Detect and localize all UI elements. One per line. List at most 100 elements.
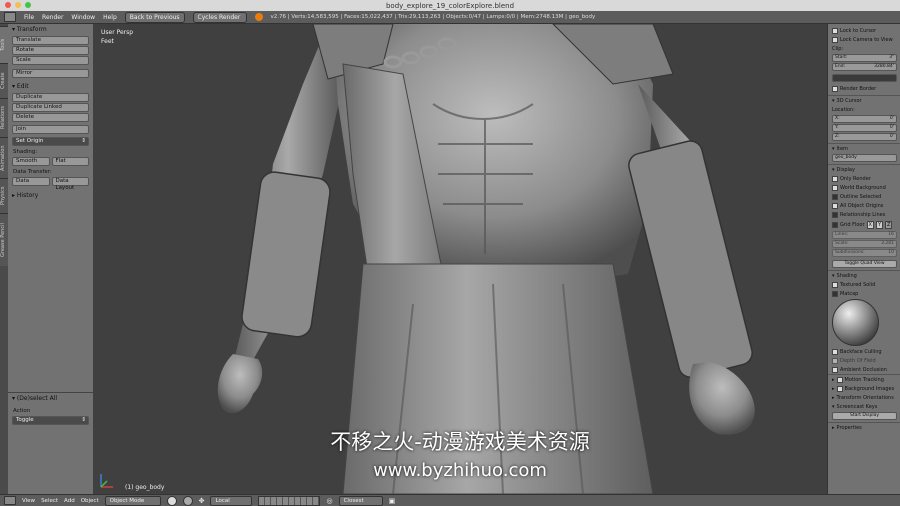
lock-cursor-checkbox[interactable] xyxy=(832,27,838,34)
grid-floor-checkbox[interactable] xyxy=(832,221,838,228)
3d-cursor-panel-header[interactable]: ▾ 3D Cursor xyxy=(828,95,900,105)
textured-solid-checkbox[interactable] xyxy=(832,281,838,288)
relationship-lines-toggle[interactable]: Relationship Lines xyxy=(828,210,900,219)
only-render-checkbox[interactable] xyxy=(832,175,838,182)
manipulator-icon[interactable]: ✥ xyxy=(199,497,205,505)
transform-panel-header[interactable]: ▾ Transform xyxy=(8,24,93,35)
grid-y-toggle[interactable]: Y xyxy=(875,220,884,229)
outline-selected-toggle[interactable]: Outline Selected xyxy=(828,192,900,201)
menu-select[interactable]: Select xyxy=(41,498,58,504)
render-engine-select[interactable]: Cycles Render xyxy=(192,11,247,23)
grid-x-toggle[interactable]: X xyxy=(866,220,874,229)
backface-culling-toggle[interactable]: Backface Culling xyxy=(828,347,900,356)
editor-type-icon[interactable] xyxy=(4,496,16,505)
zoom-window-icon[interactable] xyxy=(25,2,31,8)
all-object-origins-checkbox[interactable] xyxy=(832,202,838,209)
transform-orientation-select[interactable]: Local xyxy=(210,495,253,506)
flat-button[interactable]: Flat xyxy=(51,157,89,166)
menu-window[interactable]: Window xyxy=(71,14,95,21)
properties-panel-header[interactable]: ▸ Properties xyxy=(828,422,900,432)
menu-view[interactable]: View xyxy=(22,498,35,504)
minimize-window-icon[interactable] xyxy=(15,2,21,8)
3d-viewport[interactable]: User Persp Feet (1) geo_body 不移之火-动漫游戏美术… xyxy=(93,24,827,494)
relationship-lines-checkbox[interactable] xyxy=(832,211,838,218)
background-images-panel-header[interactable]: ▸ Background Images xyxy=(828,384,900,393)
info-editor-icon[interactable] xyxy=(4,12,16,22)
matcap-preview[interactable] xyxy=(832,299,879,346)
display-panel-header[interactable]: ▾ Display xyxy=(828,164,900,174)
local-camera-field[interactable] xyxy=(832,74,897,82)
cursor-x-field[interactable]: X: 0' xyxy=(832,115,897,123)
duplicate-button[interactable]: Duplicate xyxy=(12,93,89,102)
rotate-button[interactable]: Rotate xyxy=(12,46,89,55)
close-window-icon[interactable] xyxy=(5,2,11,8)
mirror-button[interactable]: Mirror xyxy=(12,69,89,78)
menu-help[interactable]: Help xyxy=(103,14,117,21)
translate-button[interactable]: Translate xyxy=(12,36,89,45)
tab-relations[interactable]: Relations xyxy=(0,98,8,137)
action-select[interactable]: Toggle ⇕ xyxy=(12,416,89,425)
all-object-origins-toggle[interactable]: All Object Origins xyxy=(828,201,900,210)
shading-panel-header[interactable]: ▾ Shading xyxy=(828,270,900,280)
world-background-checkbox[interactable] xyxy=(832,184,838,191)
lock-camera-toggle[interactable]: Lock Camera to View xyxy=(828,35,900,44)
tab-grease-pencil[interactable]: Grease Pencil xyxy=(0,213,8,266)
cursor-z-field[interactable]: Z: 0' xyxy=(832,133,897,141)
snap-target-select[interactable]: Closest xyxy=(338,495,383,506)
proportional-edit-icon[interactable]: ◎ xyxy=(326,497,332,505)
data-layout-button[interactable]: Data Layout xyxy=(51,177,89,191)
smooth-button[interactable]: Smooth xyxy=(12,157,50,166)
history-panel-header[interactable]: ▸ History xyxy=(8,190,93,201)
set-origin-select[interactable]: Set Origin ⇕ xyxy=(12,137,89,146)
tab-tools[interactable]: Tools xyxy=(0,26,8,63)
tab-create[interactable]: Create xyxy=(0,63,8,98)
menu-render[interactable]: Render xyxy=(42,14,63,21)
menu-add[interactable]: Add xyxy=(64,498,75,504)
motion-tracking-checkbox[interactable] xyxy=(836,376,843,383)
transform-orientations-panel-header[interactable]: ▸ Transform Orientations xyxy=(828,393,900,402)
clip-start-field[interactable]: Start: 3" xyxy=(832,54,897,62)
grid-lines-field[interactable]: Lines: 16 xyxy=(832,231,897,239)
world-background-toggle[interactable]: World Background xyxy=(828,183,900,192)
delete-button[interactable]: Delete xyxy=(12,113,89,122)
item-panel-header[interactable]: ▾ Item xyxy=(828,143,900,153)
matcap-checkbox[interactable] xyxy=(832,290,838,297)
lock-cursor-toggle[interactable]: Lock to Cursor xyxy=(828,26,900,35)
grid-scale-field[interactable]: Scale: 3.281 xyxy=(832,240,897,248)
layers-icon[interactable] xyxy=(258,495,321,506)
background-images-checkbox[interactable] xyxy=(836,385,843,392)
render-border-toggle[interactable]: Render Border xyxy=(828,84,900,93)
data-button[interactable]: Data xyxy=(12,177,50,186)
operator-panel-header[interactable]: ▾ (De)select All xyxy=(8,393,93,404)
tab-animation[interactable]: Animation xyxy=(0,137,8,178)
edit-panel-header[interactable]: ▾ Edit xyxy=(8,81,93,92)
menu-file[interactable]: File xyxy=(24,14,34,21)
render-border-checkbox[interactable] xyxy=(832,85,838,92)
render-preview-icon[interactable]: ▣ xyxy=(389,497,396,505)
cursor-y-field[interactable]: Y: 0' xyxy=(832,124,897,132)
back-to-previous-button[interactable]: Back to Previous xyxy=(124,11,185,23)
matcap-toggle[interactable]: Matcap xyxy=(828,289,900,298)
screencast-keys-panel-header[interactable]: ▾ Screencast Keys xyxy=(828,402,900,411)
menu-object[interactable]: Object xyxy=(81,498,99,504)
ambient-occlusion-toggle[interactable]: Ambient Occlusion xyxy=(828,365,900,374)
join-button[interactable]: Join xyxy=(12,125,89,134)
clip-end-field[interactable]: End: 3280.84' xyxy=(832,63,897,71)
pivot-point-icon[interactable] xyxy=(182,495,193,506)
toggle-quad-view-button[interactable]: Toggle Quad View xyxy=(832,260,897,268)
tab-physics[interactable]: Physics xyxy=(0,178,8,213)
only-render-toggle[interactable]: Only Render xyxy=(828,174,900,183)
outline-selected-checkbox[interactable] xyxy=(832,193,838,200)
mode-select[interactable]: Object Mode xyxy=(104,495,161,506)
depth-of-field-toggle[interactable]: Depth Of Field xyxy=(828,356,900,365)
grid-subdivisions-field[interactable]: Subdivisions: 10 xyxy=(832,249,897,257)
depth-of-field-checkbox[interactable] xyxy=(832,357,838,364)
lock-camera-checkbox[interactable] xyxy=(832,36,838,43)
viewport-shading-icon[interactable] xyxy=(166,495,177,506)
backface-culling-checkbox[interactable] xyxy=(832,348,838,355)
motion-tracking-panel-header[interactable]: ▸ Motion Tracking xyxy=(828,374,900,384)
scale-button[interactable]: Scale xyxy=(12,56,89,65)
start-display-button[interactable]: Start Display xyxy=(832,412,897,420)
ambient-occlusion-checkbox[interactable] xyxy=(832,366,838,373)
duplicate-linked-button[interactable]: Duplicate Linked xyxy=(12,103,89,112)
